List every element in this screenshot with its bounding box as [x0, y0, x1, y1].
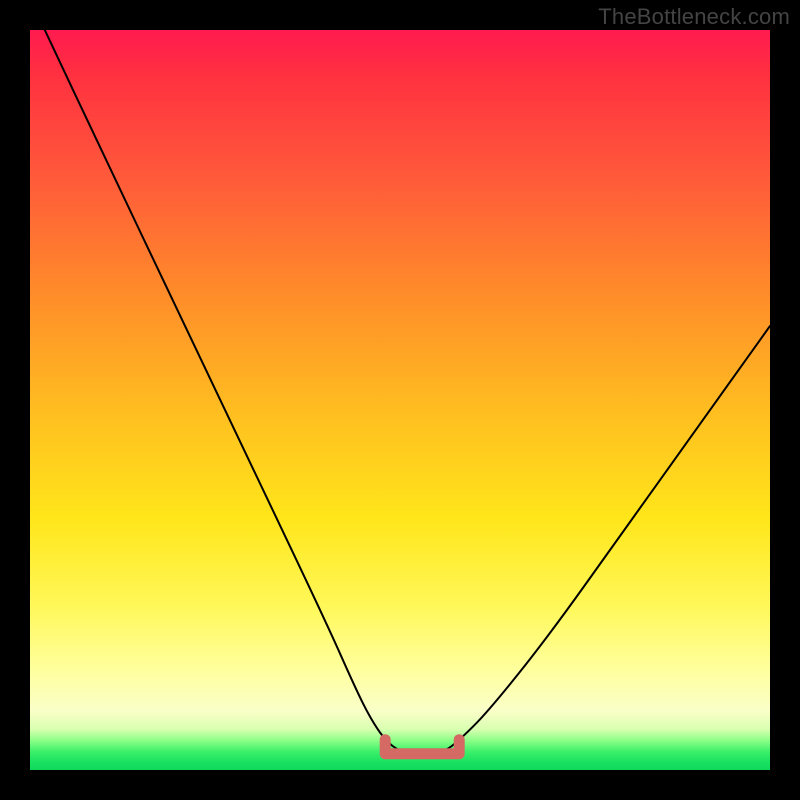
chart-frame: TheBottleneck.com — [0, 0, 800, 800]
flat-segment-path — [385, 740, 459, 754]
curve-svg — [30, 30, 770, 770]
bottleneck-curve-path — [45, 30, 770, 755]
plot-area — [30, 30, 770, 770]
watermark-text: TheBottleneck.com — [598, 4, 790, 30]
